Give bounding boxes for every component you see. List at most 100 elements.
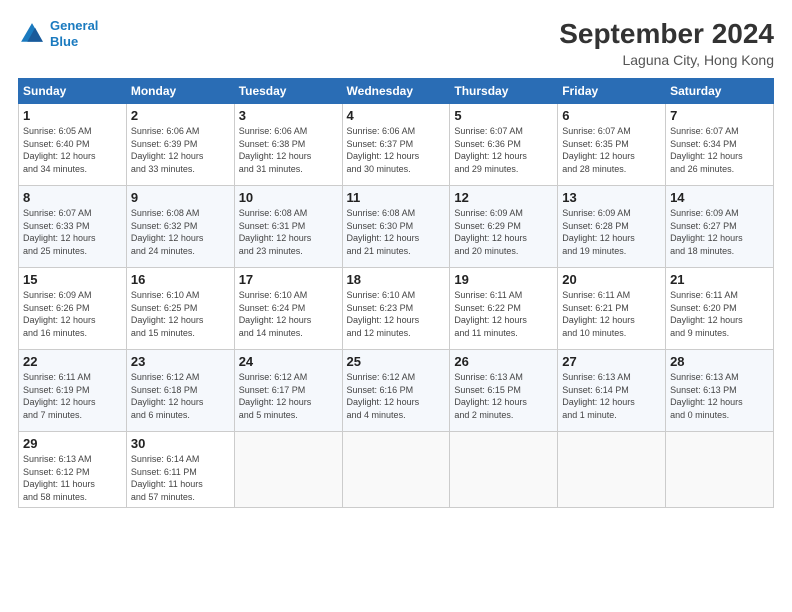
table-row (342, 432, 450, 508)
day-info: Sunrise: 6:08 AMSunset: 6:32 PMDaylight:… (131, 207, 230, 257)
day-number: 22 (23, 354, 122, 369)
day-info: Sunrise: 6:10 AMSunset: 6:25 PMDaylight:… (131, 289, 230, 339)
day-number: 18 (347, 272, 446, 287)
table-row: 10 Sunrise: 6:08 AMSunset: 6:31 PMDaylig… (234, 186, 342, 268)
day-number: 21 (670, 272, 769, 287)
day-info: Sunrise: 6:08 AMSunset: 6:31 PMDaylight:… (239, 207, 338, 257)
day-info: Sunrise: 6:09 AMSunset: 6:27 PMDaylight:… (670, 207, 769, 257)
logo: General Blue (18, 18, 98, 49)
table-row: 30 Sunrise: 6:14 AMSunset: 6:11 PMDaylig… (126, 432, 234, 508)
table-row: 1 Sunrise: 6:05 AMSunset: 6:40 PMDayligh… (19, 104, 127, 186)
table-row: 15 Sunrise: 6:09 AMSunset: 6:26 PMDaylig… (19, 268, 127, 350)
day-info: Sunrise: 6:07 AMSunset: 6:33 PMDaylight:… (23, 207, 122, 257)
table-row: 7 Sunrise: 6:07 AMSunset: 6:34 PMDayligh… (666, 104, 774, 186)
table-row: 21 Sunrise: 6:11 AMSunset: 6:20 PMDaylig… (666, 268, 774, 350)
table-row: 22 Sunrise: 6:11 AMSunset: 6:19 PMDaylig… (19, 350, 127, 432)
table-row: 13 Sunrise: 6:09 AMSunset: 6:28 PMDaylig… (558, 186, 666, 268)
table-row: 28 Sunrise: 6:13 AMSunset: 6:13 PMDaylig… (666, 350, 774, 432)
header-sunday: Sunday (19, 79, 127, 104)
header-monday: Monday (126, 79, 234, 104)
table-row: 16 Sunrise: 6:10 AMSunset: 6:25 PMDaylig… (126, 268, 234, 350)
table-row: 18 Sunrise: 6:10 AMSunset: 6:23 PMDaylig… (342, 268, 450, 350)
table-row: 25 Sunrise: 6:12 AMSunset: 6:16 PMDaylig… (342, 350, 450, 432)
day-number: 5 (454, 108, 553, 123)
day-number: 13 (562, 190, 661, 205)
table-row: 2 Sunrise: 6:06 AMSunset: 6:39 PMDayligh… (126, 104, 234, 186)
header: General Blue September 2024 Laguna City,… (18, 18, 774, 68)
day-info: Sunrise: 6:09 AMSunset: 6:26 PMDaylight:… (23, 289, 122, 339)
day-number: 11 (347, 190, 446, 205)
day-info: Sunrise: 6:09 AMSunset: 6:29 PMDaylight:… (454, 207, 553, 257)
day-info: Sunrise: 6:12 AMSunset: 6:18 PMDaylight:… (131, 371, 230, 421)
day-number: 26 (454, 354, 553, 369)
day-number: 2 (131, 108, 230, 123)
day-info: Sunrise: 6:10 AMSunset: 6:24 PMDaylight:… (239, 289, 338, 339)
day-number: 4 (347, 108, 446, 123)
day-info: Sunrise: 6:11 AMSunset: 6:19 PMDaylight:… (23, 371, 122, 421)
table-row: 5 Sunrise: 6:07 AMSunset: 6:36 PMDayligh… (450, 104, 558, 186)
day-info: Sunrise: 6:09 AMSunset: 6:28 PMDaylight:… (562, 207, 661, 257)
month-title: September 2024 (559, 18, 774, 50)
table-row (234, 432, 342, 508)
day-info: Sunrise: 6:11 AMSunset: 6:20 PMDaylight:… (670, 289, 769, 339)
header-saturday: Saturday (666, 79, 774, 104)
day-info: Sunrise: 6:05 AMSunset: 6:40 PMDaylight:… (23, 125, 122, 175)
day-number: 19 (454, 272, 553, 287)
day-number: 3 (239, 108, 338, 123)
day-number: 20 (562, 272, 661, 287)
logo-text: General Blue (50, 18, 98, 49)
day-number: 16 (131, 272, 230, 287)
location-title: Laguna City, Hong Kong (559, 52, 774, 68)
day-number: 8 (23, 190, 122, 205)
page: General Blue September 2024 Laguna City,… (0, 0, 792, 612)
table-row (666, 432, 774, 508)
day-info: Sunrise: 6:07 AMSunset: 6:34 PMDaylight:… (670, 125, 769, 175)
day-info: Sunrise: 6:12 AMSunset: 6:17 PMDaylight:… (239, 371, 338, 421)
day-number: 1 (23, 108, 122, 123)
day-info: Sunrise: 6:11 AMSunset: 6:22 PMDaylight:… (454, 289, 553, 339)
day-info: Sunrise: 6:13 AMSunset: 6:15 PMDaylight:… (454, 371, 553, 421)
day-number: 14 (670, 190, 769, 205)
logo-line1: General (50, 18, 98, 33)
table-row: 26 Sunrise: 6:13 AMSunset: 6:15 PMDaylig… (450, 350, 558, 432)
table-row: 12 Sunrise: 6:09 AMSunset: 6:29 PMDaylig… (450, 186, 558, 268)
day-info: Sunrise: 6:10 AMSunset: 6:23 PMDaylight:… (347, 289, 446, 339)
table-row: 14 Sunrise: 6:09 AMSunset: 6:27 PMDaylig… (666, 186, 774, 268)
calendar: Sunday Monday Tuesday Wednesday Thursday… (18, 78, 774, 508)
table-row: 23 Sunrise: 6:12 AMSunset: 6:18 PMDaylig… (126, 350, 234, 432)
day-info: Sunrise: 6:13 AMSunset: 6:13 PMDaylight:… (670, 371, 769, 421)
day-number: 9 (131, 190, 230, 205)
day-info: Sunrise: 6:13 AMSunset: 6:14 PMDaylight:… (562, 371, 661, 421)
table-row: 20 Sunrise: 6:11 AMSunset: 6:21 PMDaylig… (558, 268, 666, 350)
logo-line2: Blue (50, 34, 78, 49)
day-info: Sunrise: 6:11 AMSunset: 6:21 PMDaylight:… (562, 289, 661, 339)
table-row: 19 Sunrise: 6:11 AMSunset: 6:22 PMDaylig… (450, 268, 558, 350)
day-info: Sunrise: 6:12 AMSunset: 6:16 PMDaylight:… (347, 371, 446, 421)
day-number: 29 (23, 436, 122, 451)
table-row: 9 Sunrise: 6:08 AMSunset: 6:32 PMDayligh… (126, 186, 234, 268)
day-number: 17 (239, 272, 338, 287)
header-tuesday: Tuesday (234, 79, 342, 104)
day-info: Sunrise: 6:06 AMSunset: 6:39 PMDaylight:… (131, 125, 230, 175)
day-number: 12 (454, 190, 553, 205)
table-row (558, 432, 666, 508)
table-row: 4 Sunrise: 6:06 AMSunset: 6:37 PMDayligh… (342, 104, 450, 186)
table-row: 27 Sunrise: 6:13 AMSunset: 6:14 PMDaylig… (558, 350, 666, 432)
table-row: 29 Sunrise: 6:13 AMSunset: 6:12 PMDaylig… (19, 432, 127, 508)
table-row: 24 Sunrise: 6:12 AMSunset: 6:17 PMDaylig… (234, 350, 342, 432)
day-number: 24 (239, 354, 338, 369)
table-row (450, 432, 558, 508)
day-number: 6 (562, 108, 661, 123)
day-info: Sunrise: 6:13 AMSunset: 6:12 PMDaylight:… (23, 453, 122, 503)
day-number: 28 (670, 354, 769, 369)
day-number: 25 (347, 354, 446, 369)
day-info: Sunrise: 6:07 AMSunset: 6:36 PMDaylight:… (454, 125, 553, 175)
day-number: 30 (131, 436, 230, 451)
day-info: Sunrise: 6:08 AMSunset: 6:30 PMDaylight:… (347, 207, 446, 257)
header-friday: Friday (558, 79, 666, 104)
day-info: Sunrise: 6:14 AMSunset: 6:11 PMDaylight:… (131, 453, 230, 503)
header-wednesday: Wednesday (342, 79, 450, 104)
day-number: 7 (670, 108, 769, 123)
table-row: 8 Sunrise: 6:07 AMSunset: 6:33 PMDayligh… (19, 186, 127, 268)
day-info: Sunrise: 6:06 AMSunset: 6:38 PMDaylight:… (239, 125, 338, 175)
